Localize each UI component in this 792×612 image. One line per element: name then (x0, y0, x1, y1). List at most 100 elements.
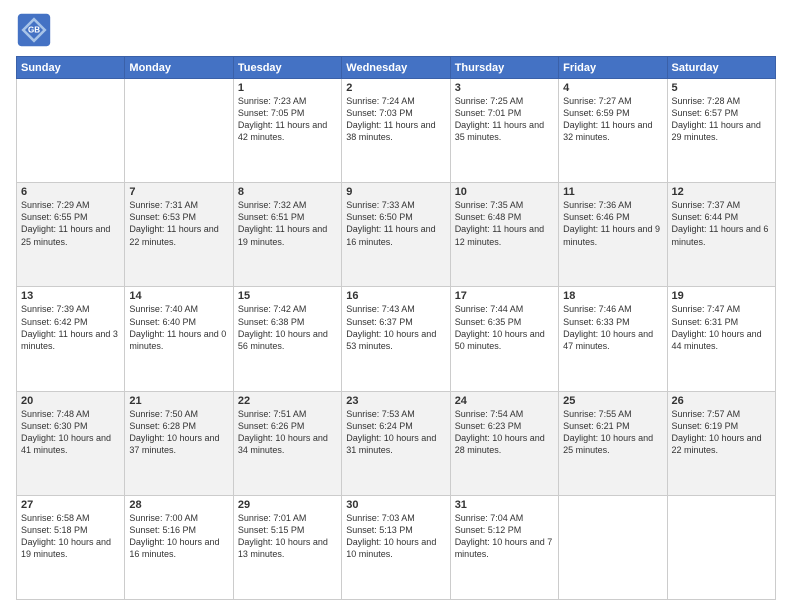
day-number: 27 (21, 499, 120, 511)
day-number: 7 (129, 186, 228, 198)
day-cell: 25Sunrise: 7:55 AM Sunset: 6:21 PM Dayli… (559, 391, 667, 495)
day-header-thursday: Thursday (450, 57, 558, 79)
day-cell: 2Sunrise: 7:24 AM Sunset: 7:03 PM Daylig… (342, 79, 450, 183)
day-info: Sunrise: 7:04 AM Sunset: 5:12 PM Dayligh… (455, 512, 554, 561)
day-number: 4 (563, 82, 662, 94)
day-number: 8 (238, 186, 337, 198)
day-number: 14 (129, 290, 228, 302)
day-info: Sunrise: 7:23 AM Sunset: 7:05 PM Dayligh… (238, 95, 337, 144)
day-cell: 8Sunrise: 7:32 AM Sunset: 6:51 PM Daylig… (233, 183, 341, 287)
day-header-wednesday: Wednesday (342, 57, 450, 79)
day-number: 2 (346, 82, 445, 94)
day-info: Sunrise: 7:53 AM Sunset: 6:24 PM Dayligh… (346, 408, 445, 457)
day-cell: 17Sunrise: 7:44 AM Sunset: 6:35 PM Dayli… (450, 287, 558, 391)
day-cell: 15Sunrise: 7:42 AM Sunset: 6:38 PM Dayli… (233, 287, 341, 391)
day-cell (125, 79, 233, 183)
day-number: 3 (455, 82, 554, 94)
day-number: 23 (346, 395, 445, 407)
day-info: Sunrise: 7:29 AM Sunset: 6:55 PM Dayligh… (21, 199, 120, 248)
header-row: SundayMondayTuesdayWednesdayThursdayFrid… (17, 57, 776, 79)
day-cell (559, 495, 667, 599)
day-number: 26 (672, 395, 771, 407)
day-cell: 16Sunrise: 7:43 AM Sunset: 6:37 PM Dayli… (342, 287, 450, 391)
day-cell: 28Sunrise: 7:00 AM Sunset: 5:16 PM Dayli… (125, 495, 233, 599)
day-number: 6 (21, 186, 120, 198)
day-info: Sunrise: 7:57 AM Sunset: 6:19 PM Dayligh… (672, 408, 771, 457)
day-info: Sunrise: 7:44 AM Sunset: 6:35 PM Dayligh… (455, 303, 554, 352)
day-info: Sunrise: 7:54 AM Sunset: 6:23 PM Dayligh… (455, 408, 554, 457)
day-cell: 14Sunrise: 7:40 AM Sunset: 6:40 PM Dayli… (125, 287, 233, 391)
day-number: 9 (346, 186, 445, 198)
day-cell: 22Sunrise: 7:51 AM Sunset: 6:26 PM Dayli… (233, 391, 341, 495)
day-cell: 18Sunrise: 7:46 AM Sunset: 6:33 PM Dayli… (559, 287, 667, 391)
day-info: Sunrise: 7:33 AM Sunset: 6:50 PM Dayligh… (346, 199, 445, 248)
day-cell: 4Sunrise: 7:27 AM Sunset: 6:59 PM Daylig… (559, 79, 667, 183)
day-info: Sunrise: 7:50 AM Sunset: 6:28 PM Dayligh… (129, 408, 228, 457)
day-info: Sunrise: 7:37 AM Sunset: 6:44 PM Dayligh… (672, 199, 771, 248)
day-number: 30 (346, 499, 445, 511)
day-cell: 1Sunrise: 7:23 AM Sunset: 7:05 PM Daylig… (233, 79, 341, 183)
day-number: 13 (21, 290, 120, 302)
header: GB (16, 12, 776, 48)
day-number: 17 (455, 290, 554, 302)
week-row-4: 20Sunrise: 7:48 AM Sunset: 6:30 PM Dayli… (17, 391, 776, 495)
day-cell: 6Sunrise: 7:29 AM Sunset: 6:55 PM Daylig… (17, 183, 125, 287)
day-number: 20 (21, 395, 120, 407)
day-header-friday: Friday (559, 57, 667, 79)
day-cell (667, 495, 775, 599)
day-number: 11 (563, 186, 662, 198)
day-info: Sunrise: 7:43 AM Sunset: 6:37 PM Dayligh… (346, 303, 445, 352)
day-info: Sunrise: 7:39 AM Sunset: 6:42 PM Dayligh… (21, 303, 120, 352)
day-cell: 10Sunrise: 7:35 AM Sunset: 6:48 PM Dayli… (450, 183, 558, 287)
day-number: 22 (238, 395, 337, 407)
day-cell: 7Sunrise: 7:31 AM Sunset: 6:53 PM Daylig… (125, 183, 233, 287)
day-cell: 13Sunrise: 7:39 AM Sunset: 6:42 PM Dayli… (17, 287, 125, 391)
day-number: 28 (129, 499, 228, 511)
day-info: Sunrise: 7:32 AM Sunset: 6:51 PM Dayligh… (238, 199, 337, 248)
day-cell: 3Sunrise: 7:25 AM Sunset: 7:01 PM Daylig… (450, 79, 558, 183)
day-number: 24 (455, 395, 554, 407)
day-cell: 5Sunrise: 7:28 AM Sunset: 6:57 PM Daylig… (667, 79, 775, 183)
week-row-2: 6Sunrise: 7:29 AM Sunset: 6:55 PM Daylig… (17, 183, 776, 287)
day-cell: 29Sunrise: 7:01 AM Sunset: 5:15 PM Dayli… (233, 495, 341, 599)
day-cell: 19Sunrise: 7:47 AM Sunset: 6:31 PM Dayli… (667, 287, 775, 391)
page: GB SundayMondayTuesdayWednesdayThursdayF… (0, 0, 792, 612)
day-info: Sunrise: 7:03 AM Sunset: 5:13 PM Dayligh… (346, 512, 445, 561)
day-number: 31 (455, 499, 554, 511)
day-cell: 9Sunrise: 7:33 AM Sunset: 6:50 PM Daylig… (342, 183, 450, 287)
day-info: Sunrise: 7:00 AM Sunset: 5:16 PM Dayligh… (129, 512, 228, 561)
week-row-1: 1Sunrise: 7:23 AM Sunset: 7:05 PM Daylig… (17, 79, 776, 183)
day-cell: 20Sunrise: 7:48 AM Sunset: 6:30 PM Dayli… (17, 391, 125, 495)
day-number: 5 (672, 82, 771, 94)
day-number: 29 (238, 499, 337, 511)
day-cell: 26Sunrise: 7:57 AM Sunset: 6:19 PM Dayli… (667, 391, 775, 495)
day-header-tuesday: Tuesday (233, 57, 341, 79)
day-header-sunday: Sunday (17, 57, 125, 79)
day-number: 15 (238, 290, 337, 302)
day-number: 12 (672, 186, 771, 198)
day-cell (17, 79, 125, 183)
calendar-table: SundayMondayTuesdayWednesdayThursdayFrid… (16, 56, 776, 600)
day-info: Sunrise: 7:35 AM Sunset: 6:48 PM Dayligh… (455, 199, 554, 248)
week-row-5: 27Sunrise: 6:58 AM Sunset: 5:18 PM Dayli… (17, 495, 776, 599)
day-info: Sunrise: 6:58 AM Sunset: 5:18 PM Dayligh… (21, 512, 120, 561)
day-info: Sunrise: 7:40 AM Sunset: 6:40 PM Dayligh… (129, 303, 228, 352)
day-info: Sunrise: 7:28 AM Sunset: 6:57 PM Dayligh… (672, 95, 771, 144)
day-cell: 12Sunrise: 7:37 AM Sunset: 6:44 PM Dayli… (667, 183, 775, 287)
day-info: Sunrise: 7:24 AM Sunset: 7:03 PM Dayligh… (346, 95, 445, 144)
day-cell: 23Sunrise: 7:53 AM Sunset: 6:24 PM Dayli… (342, 391, 450, 495)
day-cell: 24Sunrise: 7:54 AM Sunset: 6:23 PM Dayli… (450, 391, 558, 495)
svg-text:GB: GB (28, 26, 40, 35)
day-cell: 27Sunrise: 6:58 AM Sunset: 5:18 PM Dayli… (17, 495, 125, 599)
day-info: Sunrise: 7:51 AM Sunset: 6:26 PM Dayligh… (238, 408, 337, 457)
day-cell: 21Sunrise: 7:50 AM Sunset: 6:28 PM Dayli… (125, 391, 233, 495)
day-info: Sunrise: 7:48 AM Sunset: 6:30 PM Dayligh… (21, 408, 120, 457)
day-number: 10 (455, 186, 554, 198)
day-info: Sunrise: 7:25 AM Sunset: 7:01 PM Dayligh… (455, 95, 554, 144)
day-number: 16 (346, 290, 445, 302)
day-info: Sunrise: 7:42 AM Sunset: 6:38 PM Dayligh… (238, 303, 337, 352)
day-number: 21 (129, 395, 228, 407)
day-cell: 11Sunrise: 7:36 AM Sunset: 6:46 PM Dayli… (559, 183, 667, 287)
logo: GB (16, 12, 56, 48)
day-cell: 31Sunrise: 7:04 AM Sunset: 5:12 PM Dayli… (450, 495, 558, 599)
